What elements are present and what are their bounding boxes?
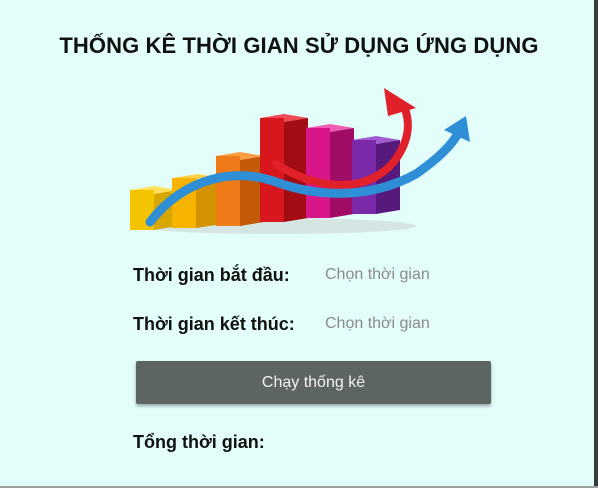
page-title: THỐNG KÊ THỜI GIAN SỬ DỤNG ỨNG DỤNG [59,33,539,58]
end-time-label: Thời gian kết thúc: [133,314,295,334]
end-time-picker[interactable]: Chọn thời gian [325,315,430,333]
start-time-label: Thời gian bắt đầu: [133,265,290,285]
start-time-picker[interactable]: Chọn thời gian [325,266,430,284]
screen-edge-right [594,0,598,488]
bar-chart-growth-icon [130,88,470,234]
run-statistics-button[interactable]: Chạy thống kê [136,361,491,404]
total-time-label: Tổng thời gian: [133,432,265,452]
